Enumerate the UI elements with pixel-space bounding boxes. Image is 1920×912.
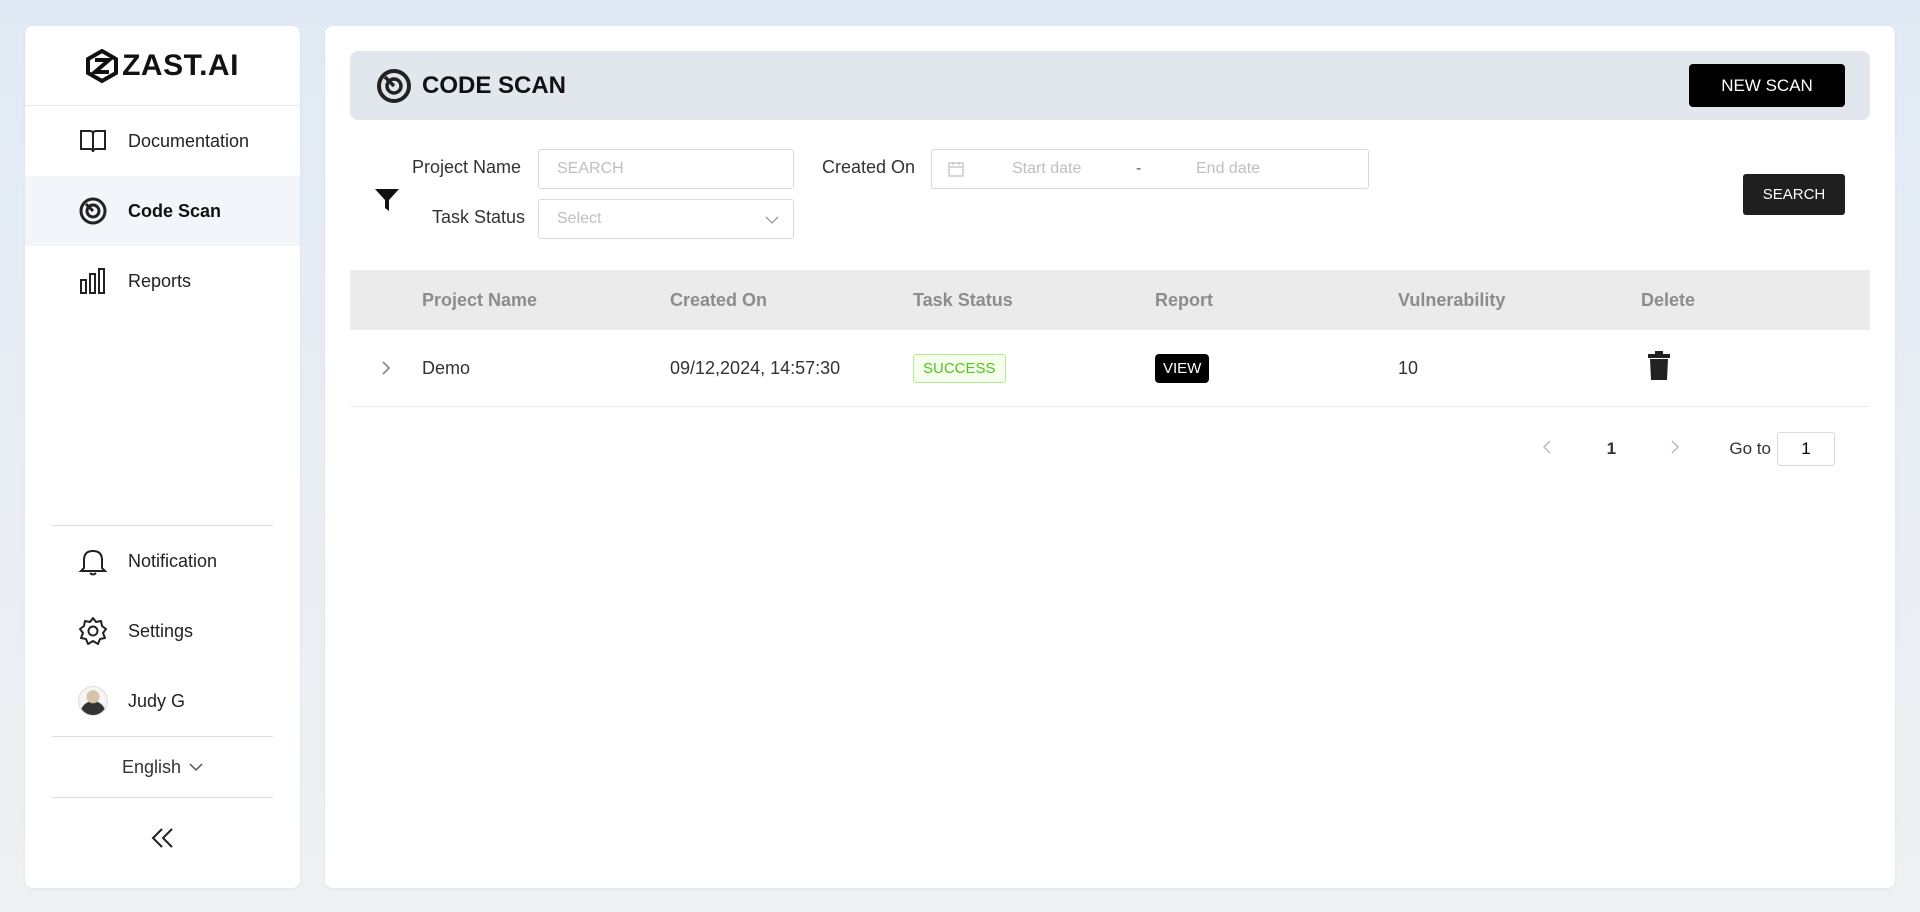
expand-row-button[interactable] — [350, 361, 422, 375]
sidebar-item-label: Notification — [128, 550, 218, 571]
start-date-input[interactable]: Start date — [1012, 160, 1132, 178]
sidebar-item-label: Reports — [128, 270, 192, 291]
chevron-right-icon — [1671, 440, 1680, 454]
page-header: CODE SCAN NEW SCAN — [350, 51, 1870, 120]
filter-bar: Project Name Created On Start date - End… — [350, 149, 1870, 269]
chevron-down-icon — [189, 763, 203, 772]
sidebar-item-reports[interactable]: Reports — [25, 246, 300, 316]
date-range-picker[interactable]: Start date - End date — [931, 149, 1369, 189]
table-header: Project Name Created On Task Status Repo… — [350, 270, 1870, 330]
page-title: CODE SCAN — [422, 71, 567, 99]
col-vulnerability: Vulnerability — [1398, 289, 1506, 310]
sidebar-item-label: Documentation — [128, 130, 250, 151]
bar-chart-icon — [80, 268, 105, 294]
project-name-label: Project Name — [412, 157, 522, 177]
date-separator: - — [1136, 160, 1142, 177]
current-page[interactable]: 1 — [1595, 439, 1627, 459]
brand-name: ZAST.AI — [122, 48, 239, 82]
task-status-placeholder: Select — [557, 210, 602, 227]
cell-vulnerability: 10 — [1398, 357, 1419, 378]
double-chevron-left-icon — [151, 828, 173, 848]
calendar-icon — [948, 162, 964, 177]
sidebar-item-documentation[interactable]: Documentation — [25, 106, 300, 176]
new-scan-button[interactable]: NEW SCAN — [1689, 64, 1845, 107]
chevron-left-icon — [1543, 440, 1551, 454]
task-status-select[interactable]: Select — [538, 199, 794, 239]
language-select[interactable]: English — [25, 737, 300, 797]
language-label: English — [121, 756, 182, 777]
sidebar-nav: Documentation Code Scan Reports — [25, 106, 300, 316]
trash-icon[interactable] — [1647, 350, 1671, 381]
gear-icon — [79, 617, 107, 645]
pagination: 1 Go to — [1531, 432, 1835, 466]
scan-icon — [377, 68, 411, 103]
project-name-input[interactable] — [538, 149, 794, 189]
view-report-button[interactable]: VIEW — [1155, 353, 1210, 383]
sidebar-item-user[interactable]: Judy G — [25, 666, 300, 736]
collapse-sidebar-button[interactable] — [25, 798, 300, 878]
goto-label: Go to — [1729, 439, 1771, 458]
search-button[interactable]: SEARCH — [1743, 174, 1845, 215]
sidebar-item-label: Code Scan — [128, 200, 222, 221]
avatar — [78, 686, 108, 716]
bell-icon — [78, 549, 108, 576]
col-report: Report — [1155, 289, 1213, 310]
sidebar-item-label: Settings — [128, 620, 194, 641]
col-project-name: Project Name — [422, 289, 538, 310]
table-row: Demo 09/12,2024, 14:57:30 SUCCESS VIEW 1… — [350, 330, 1870, 407]
chevron-down-icon — [765, 216, 779, 224]
scan-table: Project Name Created On Task Status Repo… — [350, 270, 1870, 407]
prev-page-button[interactable] — [1531, 439, 1563, 459]
next-page-button[interactable] — [1659, 439, 1691, 459]
col-created-on: Created On — [670, 289, 768, 310]
zast-logo-icon — [86, 48, 119, 83]
status-badge: SUCCESS — [913, 353, 1006, 383]
main-panel: CODE SCAN NEW SCAN Project Name Created … — [325, 26, 1895, 888]
sidebar-item-settings[interactable]: Settings — [25, 596, 300, 666]
filter-icon — [375, 189, 399, 211]
brand-logo[interactable]: ZAST.AI — [25, 26, 300, 106]
book-icon — [80, 130, 106, 153]
sidebar-item-notification[interactable]: Notification — [25, 526, 300, 596]
sidebar: ZAST.AI Documentation Code Scan Reports … — [25, 26, 300, 888]
end-date-input[interactable]: End date — [1196, 160, 1316, 178]
user-name: Judy G — [128, 690, 186, 711]
col-delete: Delete — [1641, 289, 1696, 310]
scan-icon — [79, 197, 107, 225]
goto-page-input[interactable] — [1777, 432, 1835, 466]
chevron-right-icon — [382, 361, 391, 375]
sidebar-item-code-scan[interactable]: Code Scan — [25, 176, 300, 246]
task-status-label: Task Status — [432, 207, 526, 227]
col-task-status: Task Status — [913, 289, 1013, 310]
cell-created-on: 09/12,2024, 14:57:30 — [670, 357, 841, 378]
cell-project-name: Demo — [422, 357, 471, 378]
created-on-label: Created On — [822, 157, 916, 177]
sidebar-bottom: Notification Settings Judy G English — [25, 525, 300, 878]
